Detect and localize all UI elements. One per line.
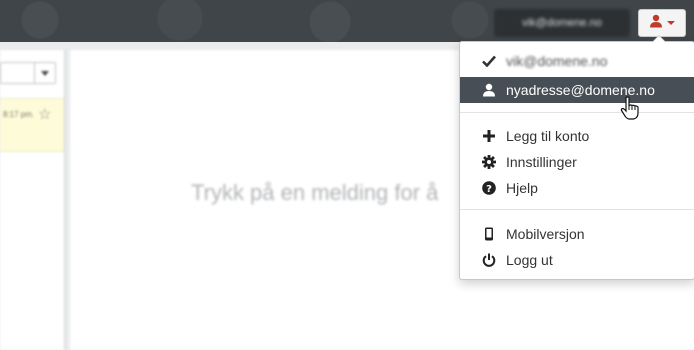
star-icon[interactable]: ☆ [38, 105, 51, 123]
menu-item-settings[interactable]: Innstillinger [460, 149, 694, 175]
message-time: 8:17 pm. [3, 110, 35, 119]
help-icon: ? [481, 180, 497, 196]
message-list-pane: 8:17 pm. ☆ [0, 50, 65, 350]
chevron-down-icon [667, 21, 675, 25]
menu-item-add-account[interactable]: Legg til konto [460, 123, 694, 149]
menu-item-label: vik@domene.no [506, 53, 608, 69]
plus-icon [481, 128, 497, 144]
menu-item-logout[interactable]: Logg ut [460, 247, 694, 273]
menu-item-label: Mobilversjon [506, 226, 585, 242]
gear-icon [481, 154, 497, 170]
menu-item-help[interactable]: ? Hjelp [460, 175, 694, 201]
top-bar: vik@domene.no [0, 0, 694, 42]
menu-item-account-new[interactable]: nyadresse@domene.no [460, 77, 694, 103]
user-icon [649, 14, 663, 33]
chevron-down-icon[interactable] [34, 63, 55, 83]
power-icon [481, 252, 497, 268]
mobile-icon [481, 226, 497, 242]
message-row[interactable]: 8:17 pm. ☆ [0, 98, 64, 152]
menu-divider [460, 112, 694, 113]
user-icon [481, 82, 497, 98]
menu-divider [460, 209, 694, 210]
svg-text:?: ? [486, 184, 492, 195]
reading-pane-placeholder: Trykk på en melding for å [191, 180, 439, 205]
account-dropdown-menu: vik@domene.no nyadresse@domene.no Legg t… [459, 35, 694, 280]
menu-item-label: Legg til konto [506, 128, 590, 144]
hand-cursor-icon [620, 96, 640, 125]
current-account-label[interactable]: vik@domene.no [494, 9, 630, 37]
menu-item-label: Hjelp [506, 180, 538, 196]
menu-item-mobile-version[interactable]: Mobilversjon [460, 221, 694, 247]
checkmark-icon [481, 53, 497, 69]
menu-item-label: Innstillinger [506, 154, 577, 170]
menu-item-account-current[interactable]: vik@domene.no [460, 48, 694, 74]
account-menu-button[interactable] [638, 9, 686, 37]
folder-select[interactable] [0, 62, 56, 84]
menu-item-label: Logg ut [506, 252, 553, 268]
